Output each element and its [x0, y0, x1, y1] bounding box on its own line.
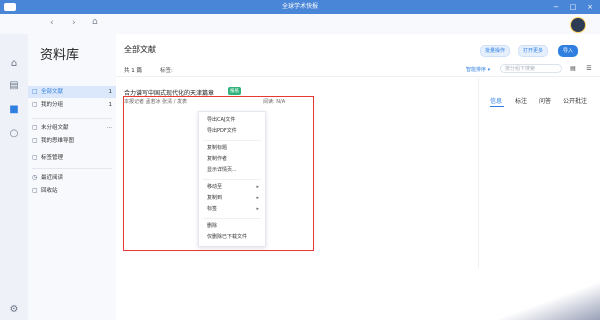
menu-item-delete[interactable]: 删除 [207, 222, 261, 231]
menu-item-tags[interactable]: 标签 ▸ [207, 205, 261, 214]
more-icon[interactable]: ··· [107, 122, 112, 134]
tag-filter-label[interactable]: 标签: [160, 66, 173, 74]
open-more-button[interactable]: 打开更多 [518, 45, 549, 57]
sidebar-item-mindmap[interactable]: ▢ 我的思维导图 [28, 135, 116, 147]
book-icon[interactable]: ▤ [8, 80, 20, 92]
chevron-right-icon: ▸ [256, 184, 259, 190]
page-title: 全部文献 [124, 45, 156, 54]
sidebar-item-recent[interactable]: ◷ 最近阅读 [28, 172, 116, 184]
window-title: 全球学术快报 [281, 3, 318, 10]
sidebar-item-my-groups[interactable]: ▢ 我的分组 1 [28, 99, 116, 111]
folder-icon: □ [32, 88, 38, 95]
detail-tabs: 信息 标注 问答 公开批注 [490, 96, 600, 108]
menu-divider [203, 179, 261, 180]
mindmap-icon: ▢ [32, 137, 38, 144]
tab-qa[interactable]: 问答 [539, 96, 551, 105]
tab-public-notes[interactable]: 公开批注 [563, 96, 587, 105]
tab-annotation[interactable]: 标注 [515, 96, 527, 105]
import-button[interactable]: 导入 [558, 45, 579, 57]
settings-icon[interactable]: ⚙ [8, 304, 20, 316]
grid-view-icon[interactable]: ▤ [568, 64, 578, 73]
folder-icon: ▢ [32, 124, 38, 131]
avatar[interactable] [570, 17, 586, 33]
home-icon[interactable]: ⌂ [92, 17, 102, 27]
trash-icon: ▢ [32, 187, 38, 194]
tab-info[interactable]: 信息 [490, 96, 502, 105]
context-menu: 导出CAJ文件 导出PDF文件 复制标题 复制作者 显示详情页... 移动至 ▸ … [198, 111, 266, 247]
menu-item-delete-downloaded[interactable]: 仅删除已下载文件 [207, 233, 261, 242]
batch-button[interactable]: 批量操作 [480, 45, 511, 57]
menu-item-move-to[interactable]: 移动至 ▸ [207, 183, 261, 192]
library-title: 资料库 [40, 48, 80, 63]
list-view-icon[interactable]: ☰ [584, 64, 594, 73]
menu-divider [203, 218, 261, 219]
search-input[interactable]: 按分组下搜索 [500, 64, 562, 73]
close-button[interactable]: × [582, 0, 598, 14]
minimize-button[interactable]: − [548, 0, 564, 14]
active-tab-indicator [490, 106, 504, 107]
menu-item-copy-title[interactable]: 复制标题 [207, 144, 261, 153]
chevron-right-icon: ▸ [256, 195, 259, 201]
back-button[interactable]: ‹ [50, 18, 54, 28]
sidebar-item-ungrouped[interactable]: ▢ 未分组文献 ··· [28, 122, 116, 134]
forward-button[interactable]: › [72, 18, 76, 28]
menu-divider [203, 140, 261, 141]
sidebar-item-all-docs[interactable]: □ 全部文献 1 [28, 86, 116, 98]
app-logo-icon [4, 3, 16, 11]
top-bar: ‹ › ⌂ [0, 14, 600, 34]
tag-icon: ▢ [32, 154, 38, 161]
home-icon[interactable]: ⌂ [8, 58, 20, 70]
divider [116, 76, 600, 77]
sidebar-item-tags[interactable]: ▢ 标签管理 [28, 152, 116, 164]
divider [32, 118, 112, 119]
desktop-wallpaper [478, 268, 600, 320]
sort-dropdown[interactable]: 智能排序 ▾ [466, 66, 490, 73]
title-bar: 全球学术快报 − □ × [0, 0, 600, 14]
clock-icon: ◷ [32, 174, 38, 181]
folder-icon: ▢ [32, 101, 38, 108]
menu-item-show-details[interactable]: 显示详情页... [207, 166, 261, 175]
menu-item-export-caj[interactable]: 导出CAJ文件 [207, 116, 261, 125]
menu-item-copy-author[interactable]: 复制作者 [207, 155, 261, 164]
menu-item-export-pdf[interactable]: 导出PDF文件 [207, 127, 261, 136]
chevron-right-icon: ▸ [256, 206, 259, 212]
nav-rail: ⌂ ▤ ■ ○ ⚙ [0, 34, 29, 320]
search-icon[interactable]: ○ [8, 128, 20, 140]
briefcase-icon[interactable]: ■ [8, 104, 20, 116]
divider [32, 168, 112, 169]
library-sidebar: 资料库 □ 全部文献 1 ▢ 我的分组 1 ▢ 未分组文献 ··· ▢ 我的思维… [28, 34, 117, 320]
doc-type-badge: 报纸 [228, 87, 241, 95]
sidebar-item-trash[interactable]: ▢ 回收站 [28, 185, 116, 197]
maximize-button[interactable]: □ [565, 0, 581, 14]
menu-item-copy-to[interactable]: 复制到 ▸ [207, 194, 261, 203]
doc-count: 共 1 篇 [124, 68, 142, 74]
